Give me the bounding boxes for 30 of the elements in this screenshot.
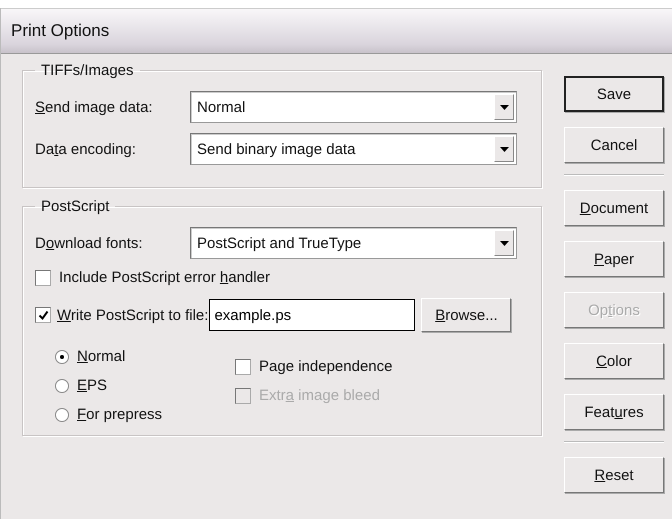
- browse-button[interactable]: Browse...: [421, 298, 512, 332]
- radio-button[interactable]: [55, 378, 69, 392]
- dialog-button[interactable]: Reset: [564, 457, 664, 493]
- checkbox-label[interactable]: Include PostScript error handler: [59, 269, 270, 286]
- dialog-button[interactable]: Features: [564, 394, 664, 430]
- radio-label[interactable]: For prepress: [77, 406, 162, 423]
- checkbox[interactable]: [35, 307, 51, 323]
- field-label: Data encoding:: [35, 140, 137, 158]
- radio-button[interactable]: [55, 350, 69, 364]
- dropdown[interactable]: Normal: [190, 91, 517, 123]
- dropdown[interactable]: Send binary image data: [190, 133, 517, 165]
- dropdown[interactable]: PostScript and TrueType: [190, 227, 517, 259]
- radio-label[interactable]: Normal: [77, 348, 126, 365]
- dialog-button[interactable]: Cancel: [564, 127, 664, 163]
- dialog-button[interactable]: Save: [564, 76, 664, 112]
- radio-button[interactable]: [55, 408, 69, 422]
- dialog-button[interactable]: Document: [564, 190, 664, 226]
- dialog-button[interactable]: Paper: [564, 241, 664, 277]
- group-title: PostScript: [40, 198, 110, 215]
- group-title: TIFFs/Images: [40, 62, 135, 79]
- checkbox-label[interactable]: Page independence: [259, 358, 392, 375]
- dialog-button[interactable]: Color: [564, 343, 664, 379]
- radio-label[interactable]: EPS: [77, 377, 108, 394]
- field-label: Send image data:: [35, 98, 154, 116]
- checkbox[interactable]: [35, 270, 51, 286]
- checkbox[interactable]: [235, 358, 251, 374]
- file-name-field[interactable]: example.ps: [209, 299, 416, 331]
- window-title: Print Options: [11, 21, 110, 41]
- field-label: Download fonts:: [35, 234, 144, 252]
- checkbox-label[interactable]: Write PostScript to file:: [57, 306, 208, 324]
